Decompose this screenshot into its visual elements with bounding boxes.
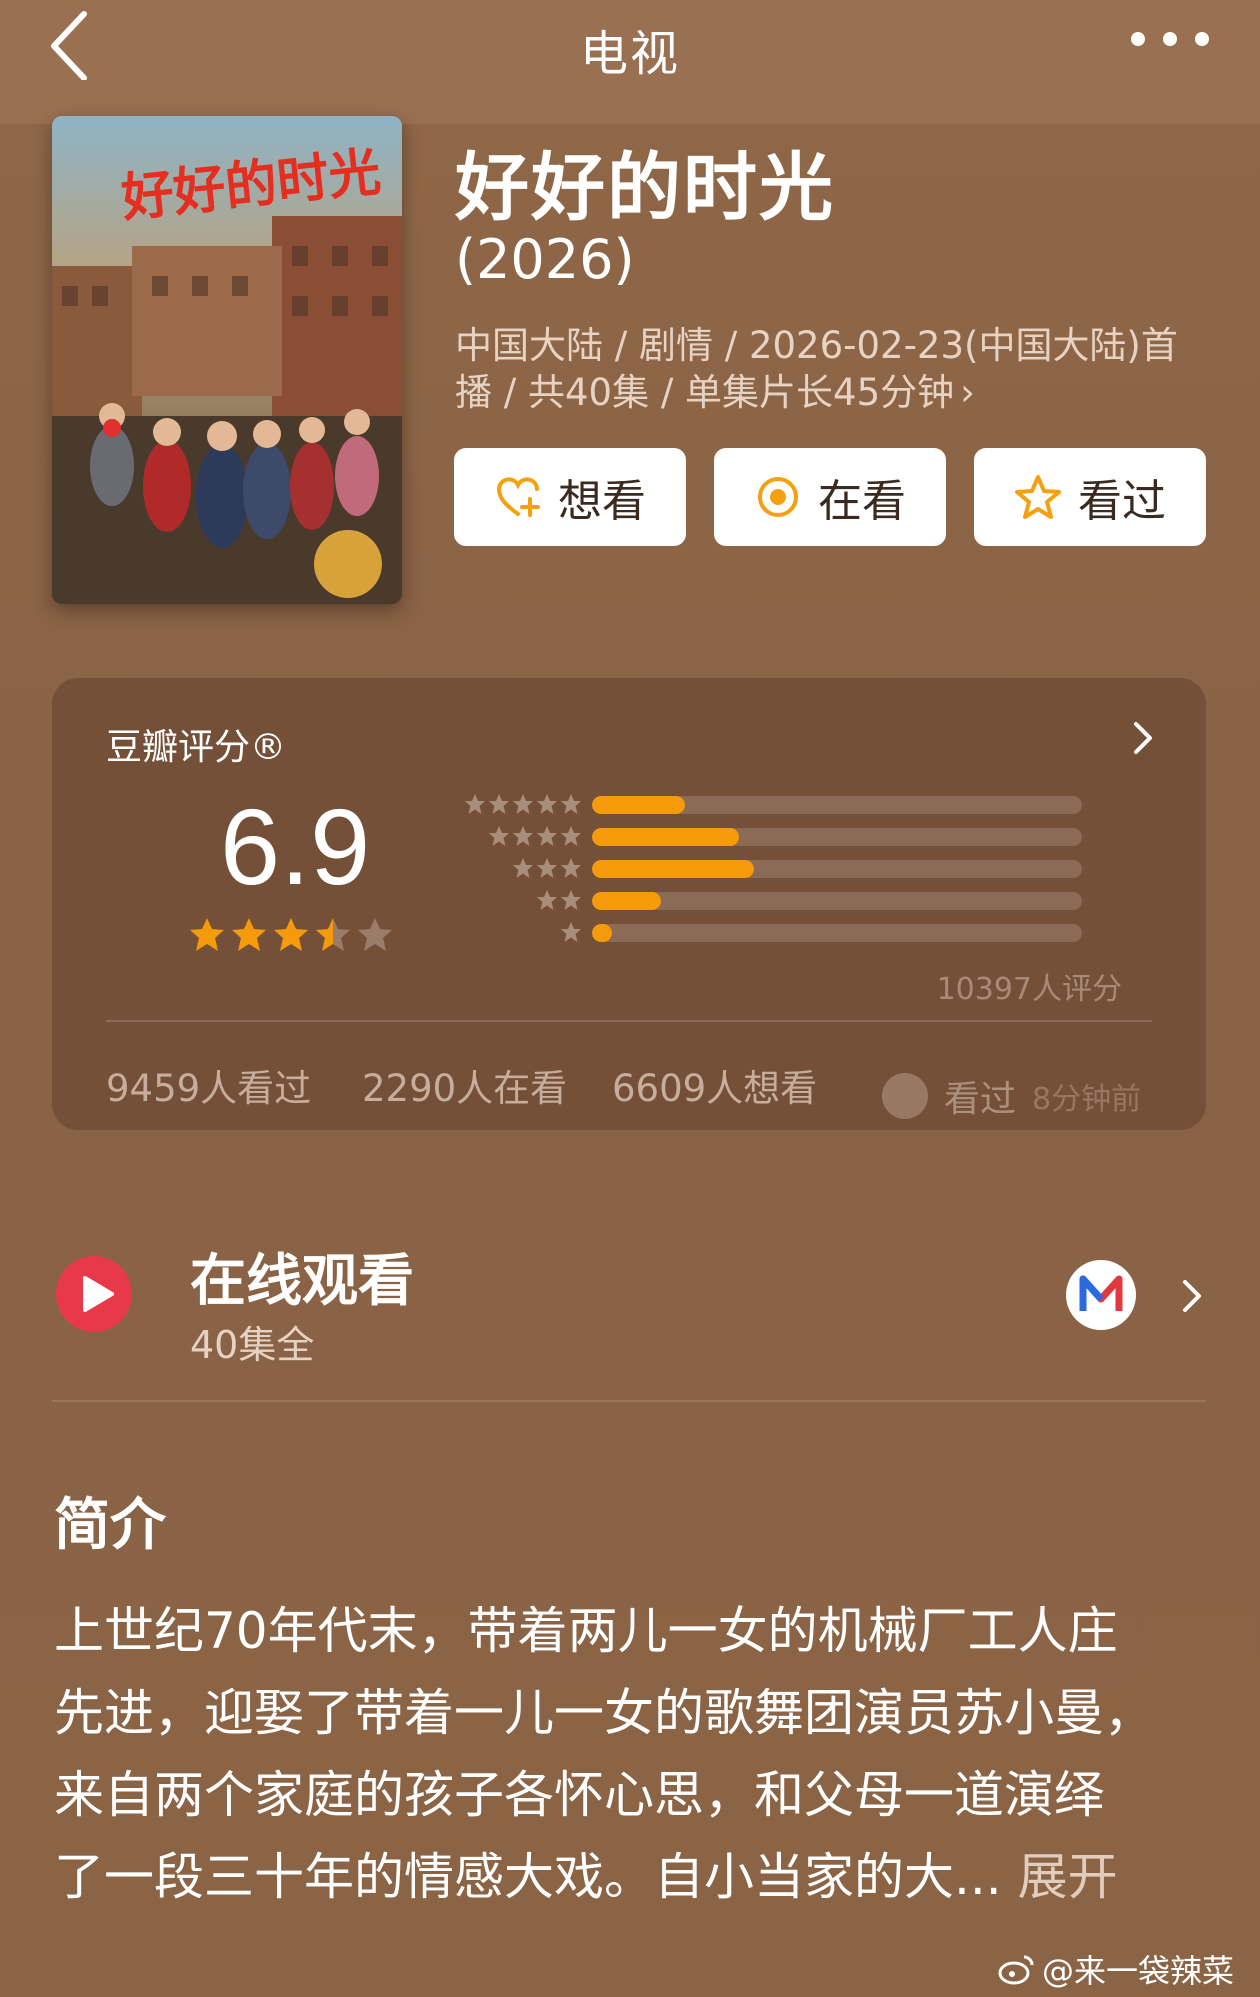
friend-status: 看过: [944, 1079, 1017, 1120]
meta-line-2: 播 / 共40集 / 单集片长45分钟: [455, 371, 955, 414]
star-icon: [232, 918, 266, 951]
star-icon: [561, 922, 581, 942]
distribution-bar-track: [592, 796, 1082, 814]
page: 电视 好好的时光 好好的时光 (2026) 中国大陆 / 剧情 / 2026-0…: [0, 0, 1260, 1997]
distribution-bar-fill: [592, 860, 754, 878]
star-icon: [513, 826, 533, 846]
rating-card[interactable]: 豆瓣评分® 6.9 10397人评分 9459人看过 2290人在看 6609人…: [52, 678, 1206, 1130]
star-icon: [316, 918, 350, 951]
watermark-text: @来一袋辣菜: [1041, 1952, 1234, 1990]
distribution-stars: [432, 857, 582, 879]
distribution-stars: [432, 889, 582, 911]
rating-stars: [188, 916, 394, 954]
synopsis-text: 上世纪70年代末，带着两儿一女的机械厂工人庄 先进，迎娶了带着一儿一女的歌舞团演…: [54, 1590, 1214, 1918]
star-icon: [274, 918, 308, 951]
distribution-bar-track: [592, 924, 1082, 942]
distribution-bar-fill: [592, 924, 612, 942]
distribution-bar-track: [592, 828, 1082, 846]
more-button[interactable]: [1126, 24, 1216, 54]
movie-title: 好好的时光: [455, 145, 835, 231]
target-icon: [758, 477, 798, 517]
distribution-row: [432, 884, 1082, 916]
distribution-stars: [432, 825, 582, 847]
divider: [52, 1400, 1206, 1402]
online-watch-subtitle: 40集全: [190, 1323, 315, 1367]
heart-plus-icon: [496, 477, 540, 517]
online-watch-chevron[interactable]: [1178, 1276, 1206, 1316]
distribution-bar-fill: [592, 828, 739, 846]
synopsis-line: 先进，迎娶了带着一儿一女的歌舞团演员苏小曼，: [54, 1684, 1154, 1742]
movie-meta[interactable]: 中国大陆 / 剧情 / 2026-02-23(中国大陆)首 播 / 共40集 /…: [455, 322, 1215, 416]
synopsis-line: 上世纪70年代末，带着两儿一女的机械厂工人庄: [54, 1602, 1118, 1660]
stat-want[interactable]: 6609人想看: [612, 1058, 817, 1112]
expand-link[interactable]: 展开: [1002, 1848, 1118, 1906]
friend-time: 8分钟前: [1032, 1082, 1142, 1117]
star-icon: [465, 794, 485, 814]
rating-count: 10397人评分: [936, 972, 1122, 1007]
rating-detail-button[interactable]: [1128, 718, 1158, 758]
play-icon: [56, 1256, 132, 1332]
distribution-bar-track: [592, 860, 1082, 878]
synopsis-line: 了一段三十年的情感大戏。自小当家的大... 展开: [54, 1836, 1214, 1918]
distribution-stars: [432, 921, 582, 943]
rating-label: 豆瓣评分®: [106, 727, 287, 768]
distribution-row: [432, 820, 1082, 852]
avatar: [882, 1073, 928, 1119]
watching-button[interactable]: 在看: [714, 448, 946, 546]
synopsis-line-text: 了一段三十年的情感大戏。自小当家的大...: [54, 1848, 1002, 1906]
divider: [106, 1020, 1152, 1022]
weibo-icon: [998, 1955, 1034, 1985]
star-icon: [537, 794, 557, 814]
online-watch-title[interactable]: 在线观看: [190, 1236, 414, 1317]
watched-button-label: 看过: [1078, 476, 1166, 527]
star-icon: [561, 826, 581, 846]
distribution-bar-fill: [592, 796, 686, 814]
want-button-label: 想看: [558, 476, 646, 527]
distribution-row: [432, 916, 1082, 948]
stat-watching[interactable]: 2290人在看: [362, 1058, 567, 1112]
synopsis-line: 来自两个家庭的孩子各怀心思，和父母一道演绎: [54, 1766, 1104, 1824]
chevron-right-icon: ›: [960, 371, 975, 414]
star-icon: [190, 918, 224, 951]
star-icon: [537, 858, 557, 878]
distribution-stars: [432, 793, 582, 815]
star-icon: [489, 826, 509, 846]
star-icon: [513, 794, 533, 814]
star-icon: [489, 794, 509, 814]
top-bar: 电视: [0, 0, 1260, 124]
star-icon: [358, 918, 392, 951]
more-dots-icon: [1131, 32, 1209, 46]
distribution-row: [432, 852, 1082, 884]
stat-watched[interactable]: 9459人看过: [106, 1058, 311, 1112]
distribution-row: [432, 788, 1082, 820]
watermark: @来一袋辣菜: [998, 1946, 1234, 1992]
star-icon: [537, 890, 557, 910]
movie-year: (2026): [455, 228, 635, 291]
want-button[interactable]: 想看: [454, 448, 686, 546]
star-icon: [513, 858, 533, 878]
meta-line-1: 中国大陆 / 剧情 / 2026-02-23(中国大陆)首: [455, 324, 1178, 367]
platform-logo[interactable]: [1066, 1260, 1136, 1330]
distribution-bar-fill: [592, 892, 661, 910]
watching-button-label: 在看: [818, 476, 906, 527]
poster-image[interactable]: 好好的时光: [52, 116, 402, 604]
star-icon: [561, 890, 581, 910]
star-icon: [561, 858, 581, 878]
watched-button[interactable]: 看过: [974, 448, 1206, 546]
rating-score: 6.9: [220, 786, 371, 907]
star-icon: [561, 794, 581, 814]
chevron-right-icon: [1134, 722, 1152, 754]
page-title: 电视: [579, 26, 680, 82]
star-outline-icon: [1015, 475, 1061, 519]
distribution-bar-track: [592, 892, 1082, 910]
chevron-right-icon: [1183, 1280, 1201, 1312]
synopsis-heading: 简介: [54, 1493, 166, 1558]
star-icon: [537, 826, 557, 846]
platform-icon: [1079, 1275, 1123, 1311]
play-button[interactable]: [54, 1254, 134, 1334]
friend-activity[interactable]: 看过 8分钟前: [882, 1070, 1141, 1122]
